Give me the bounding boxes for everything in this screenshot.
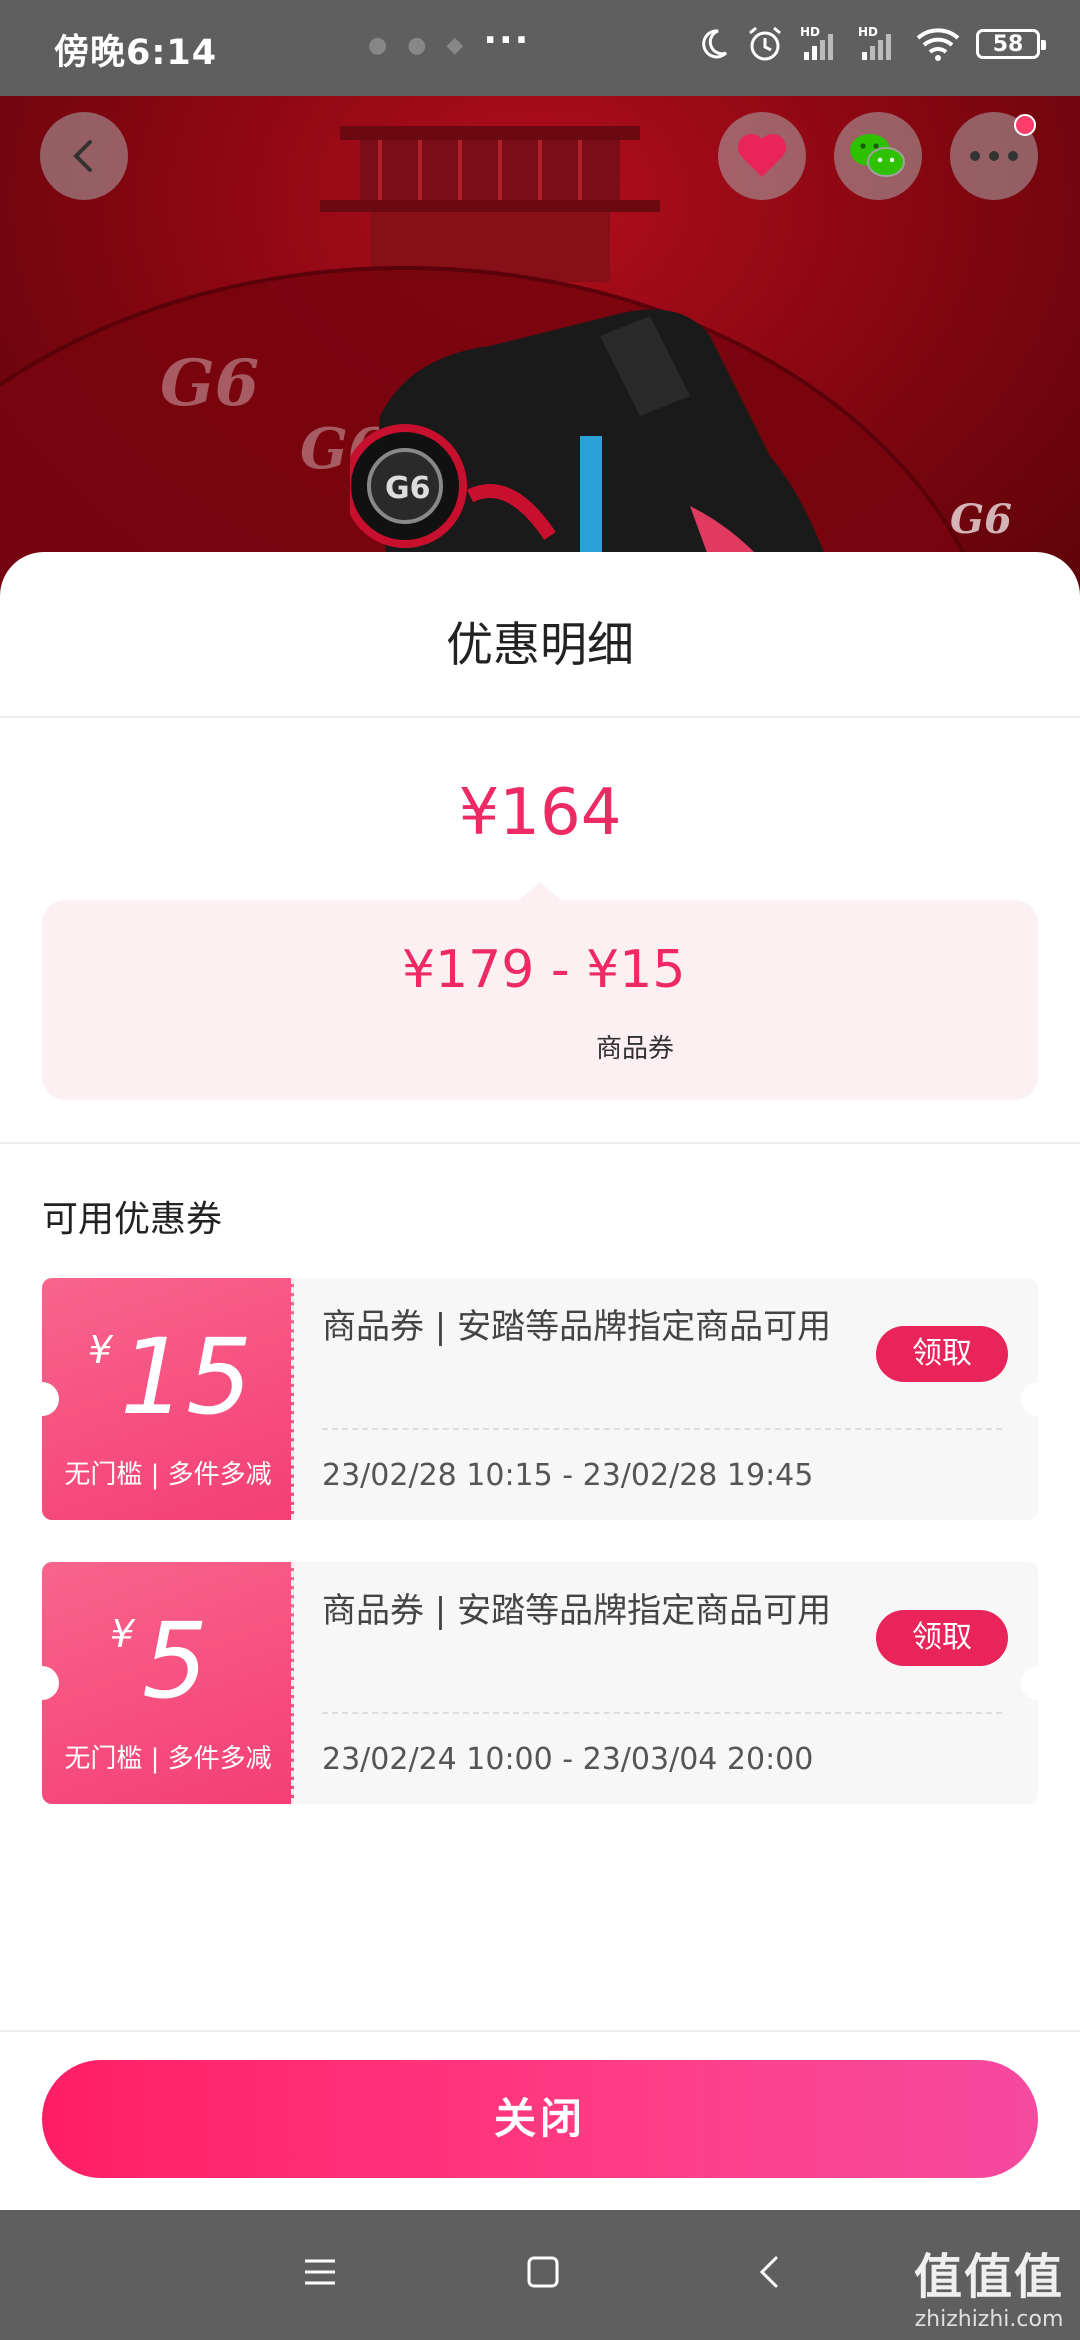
wechat-icon xyxy=(850,134,905,177)
divider xyxy=(0,2030,1080,2032)
price-calculation: ¥179 - ¥15 xyxy=(402,940,686,1000)
coupon-notch xyxy=(1021,1666,1055,1700)
divider xyxy=(0,716,1080,718)
coupon-description: 商品券 | 安踏等品牌指定商品可用 xyxy=(322,1307,832,1347)
divider xyxy=(0,1142,1080,1144)
svg-text:HD: HD xyxy=(858,25,878,39)
coupon-notch xyxy=(1021,1382,1055,1416)
sheet-title: 优惠明细 xyxy=(446,618,634,673)
notification-dot xyxy=(1014,114,1036,136)
coupon-card: ¥ 5 无门槛 | 多件多减 商品券 | 安踏等品牌指定商品可用 23/02/2… xyxy=(25,1562,1055,1804)
product-hero-image: G6 G6 G6 G6 xyxy=(0,96,1080,616)
coupon-info-panel: 商品券 | 安踏等品牌指定商品可用 23/02/28 10:15 - 23/02… xyxy=(294,1278,1038,1520)
status-notification-dots: ● ● ◆ ··· xyxy=(368,20,531,61)
svg-text:HD: HD xyxy=(800,25,820,39)
wechat-share-button[interactable] xyxy=(834,112,922,200)
coupon-valid-time: 23/02/24 10:00 - 23/03/04 20:00 xyxy=(322,1742,814,1777)
back-button[interactable] xyxy=(40,112,128,200)
alarm-icon xyxy=(749,26,781,61)
coupon-notch xyxy=(25,1382,59,1416)
discount-detail-sheet: 优惠明细 ¥164 ¥179 - ¥15 商品券 可用优惠券 ¥ 15 无门槛 … xyxy=(0,552,1080,2210)
coupon-currency: ¥ xyxy=(88,1328,113,1372)
signal-hd-icon: HD xyxy=(800,25,833,60)
claim-coupon-button[interactable]: 领取 xyxy=(876,1326,1008,1382)
battery-indicator: 58 xyxy=(976,29,1046,59)
available-coupons-title: 可用优惠券 xyxy=(42,1199,223,1240)
coupon-notch xyxy=(25,1666,59,1700)
back-icon xyxy=(73,140,92,172)
wifi-icon xyxy=(916,28,960,61)
favorite-button[interactable] xyxy=(718,112,806,200)
coupon-info-panel: 商品券 | 安踏等品牌指定商品可用 23/02/24 10:00 - 23/03… xyxy=(294,1562,1038,1804)
coupon-value-panel: ¥ 15 无门槛 | 多件多减 xyxy=(42,1278,294,1520)
menu-icon[interactable] xyxy=(302,2254,338,2290)
coupon-currency: ¥ xyxy=(110,1612,135,1656)
back-nav-icon[interactable] xyxy=(756,2254,782,2290)
watermark-url: zhizhizhi.com xyxy=(914,2307,1064,2332)
watermark: 值值值 zhizhizhi.com xyxy=(914,2237,1064,2332)
svg-text:G6: G6 xyxy=(385,471,431,506)
coupon-valid-time: 23/02/28 10:15 - 23/02/28 19:45 xyxy=(322,1458,814,1493)
status-icons: HD HD 58 xyxy=(696,24,1046,64)
moon-icon xyxy=(702,29,728,59)
heart-icon xyxy=(737,133,787,177)
claim-coupon-button[interactable]: 领取 xyxy=(876,1610,1008,1666)
coupon-card: ¥ 15 无门槛 | 多件多减 商品券 | 安踏等品牌指定商品可用 23/02/… xyxy=(25,1278,1055,1520)
coupon-type-label: 商品券 xyxy=(596,1034,675,1064)
coupon-divider xyxy=(322,1428,1002,1430)
coupon-condition: 无门槛 | 多件多减 xyxy=(64,1744,272,1774)
pavilion-illustration xyxy=(320,126,660,282)
final-price: ¥164 xyxy=(458,776,622,850)
more-button[interactable] xyxy=(950,112,1038,200)
system-nav-bar: 值值值 zhizhizhi.com xyxy=(0,2210,1080,2340)
coupon-value-panel: ¥ 5 无门槛 | 多件多减 xyxy=(42,1562,294,1804)
price-calculation-box: ¥179 - ¥15 商品券 xyxy=(42,882,1038,1100)
coupon-amount: 5 xyxy=(142,1600,209,1722)
more-icon xyxy=(970,151,1018,161)
coupon-description: 商品券 | 安踏等品牌指定商品可用 xyxy=(322,1591,832,1631)
status-bar: 傍晚6:14 ● ● ◆ ··· HD HD 58 xyxy=(0,0,1080,96)
brand-text: G6 xyxy=(160,346,260,421)
home-icon[interactable] xyxy=(526,2254,560,2290)
coupon-condition: 无门槛 | 多件多减 xyxy=(64,1460,272,1490)
watermark-logo: 值值值 xyxy=(913,2249,1064,2305)
brand-text: G6 xyxy=(950,496,1012,543)
coupon-amount: 15 xyxy=(120,1316,253,1438)
signal-hd-icon-2: HD xyxy=(858,25,891,60)
coupon-divider xyxy=(322,1712,1002,1714)
close-button[interactable]: 关闭 xyxy=(42,2060,1038,2178)
status-time: 傍晚6:14 xyxy=(54,33,218,73)
